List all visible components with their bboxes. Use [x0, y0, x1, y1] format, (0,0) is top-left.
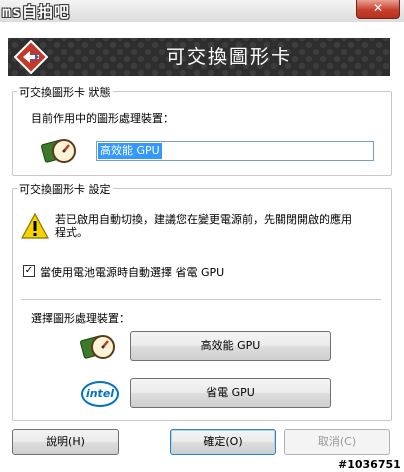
current-processor-value: 高效能 GPU [98, 143, 162, 159]
power-saving-gpu-button[interactable]: 省電 GPU [130, 378, 331, 408]
auto-switch-label[interactable]: 當使用電池電源時自動選擇 省電 GPU [40, 264, 224, 280]
gpu-icon [41, 139, 76, 163]
ok-button[interactable]: 確定(O) [170, 429, 276, 455]
image-id-watermark: #1036751 [338, 458, 401, 471]
switchable-graphics-logo-icon [14, 40, 48, 74]
status-group: 可交換圖形卡 狀態 目前作用中的圖形處理裝置： 高效能 GPU [12, 84, 392, 176]
current-processor-field[interactable]: 高效能 GPU [96, 141, 374, 161]
settings-group: 可交換圖形卡 設定 若已啟用自動切換，建議您在變更電源前，先關閉開啟的應用 程式… [12, 181, 392, 421]
auto-switch-checkbox[interactable]: ✓ [23, 265, 35, 277]
warning-text-line1: 若已啟用自動切換，建議您在變更電源前，先關閉開啟的應用 [55, 213, 352, 226]
title-bar[interactable]: ms自拍吧 ✕ [0, 0, 404, 22]
close-button[interactable]: ✕ [356, 0, 400, 19]
warning-icon [21, 213, 49, 239]
status-group-label: 可交換圖形卡 狀態 [17, 84, 113, 100]
intel-logo-icon: intel [81, 381, 119, 407]
current-processor-label: 目前作用中的圖形處理裝置： [31, 112, 174, 125]
header-banner: 可交換圖形卡 [8, 38, 390, 76]
settings-group-label: 可交換圖形卡 設定 [17, 181, 113, 197]
settings-divider [21, 299, 381, 300]
site-watermark-logo: ms自拍吧 [2, 3, 71, 21]
warning-text-line2: 程式。 [55, 226, 88, 239]
cancel-button[interactable]: 取消(C) [284, 429, 390, 455]
page-title: 可交換圖形卡 [165, 46, 292, 68]
select-processor-label: 選擇圖形處理裝置： [31, 312, 130, 325]
gpu-icon [79, 335, 115, 359]
help-button[interactable]: 說明(H) [12, 429, 119, 455]
high-performance-gpu-button[interactable]: 高效能 GPU [130, 331, 331, 361]
